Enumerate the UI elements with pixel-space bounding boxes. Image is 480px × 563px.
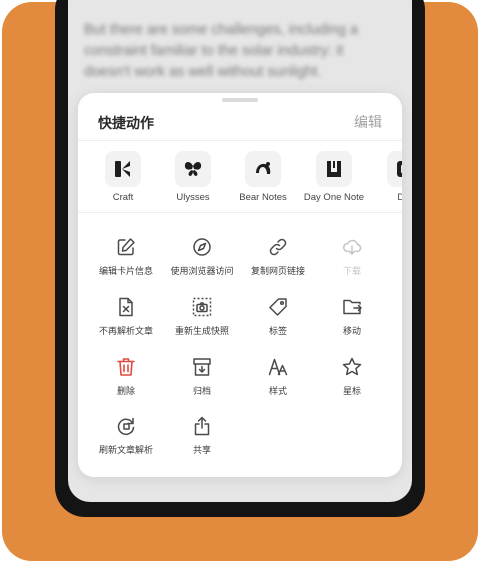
action-label: 刷新文章解析 <box>98 446 153 456</box>
butterfly-icon <box>175 151 211 187</box>
edit-card-info-button[interactable]: 编辑卡片信息 <box>86 236 166 286</box>
app-shortcuts-row: Craft Ulysses Bear Notes Day One Note <box>78 141 402 213</box>
app-drafts[interactable]: Dra <box>369 151 402 211</box>
font-style-icon <box>268 358 288 376</box>
day-one-icon <box>316 151 352 187</box>
app-label: Ulysses <box>176 192 210 203</box>
drafts-icon <box>387 151 402 187</box>
archive-icon <box>193 358 211 376</box>
action-label: 标签 <box>268 327 287 337</box>
craft-icon <box>105 151 141 187</box>
app-label: Bear Notes <box>239 192 287 203</box>
sheet-header: 快捷动作 编辑 <box>78 93 402 141</box>
action-label: 编辑卡片信息 <box>98 267 153 277</box>
trash-icon <box>117 358 135 376</box>
download-button[interactable]: 下载 <box>312 236 392 286</box>
app-ulysses[interactable]: Ulysses <box>157 151 229 211</box>
action-label: 星标 <box>342 387 361 397</box>
file-x-icon <box>119 297 133 317</box>
app-bear-notes[interactable]: Bear Notes <box>227 151 299 211</box>
tag-icon <box>269 298 287 316</box>
stop-parsing-button[interactable]: 不再解析文章 <box>86 296 166 346</box>
action-label: 复制网页链接 <box>250 267 305 277</box>
camera-icon <box>192 297 212 317</box>
action-label: 重新生成快照 <box>174 327 229 337</box>
link-icon <box>269 238 287 256</box>
edit-button[interactable]: 编辑 <box>354 112 382 132</box>
action-label: 使用浏览器访问 <box>170 267 234 277</box>
share-icon <box>194 416 210 436</box>
style-button[interactable]: 样式 <box>238 356 318 406</box>
compass-icon <box>193 238 211 256</box>
article-body-text: But there are some challenges, including… <box>84 22 359 80</box>
app-craft[interactable]: Craft <box>87 151 159 211</box>
share-button[interactable]: 共享 <box>162 415 242 465</box>
regenerate-snapshot-button[interactable]: 重新生成快照 <box>162 296 242 346</box>
sheet-title: 快捷动作 <box>98 116 154 132</box>
archive-button[interactable]: 归档 <box>162 356 242 406</box>
action-label: 移动 <box>342 327 361 337</box>
app-label: Dra <box>369 192 402 203</box>
copy-link-button[interactable]: 复制网页链接 <box>238 236 318 286</box>
star-button[interactable]: 星标 <box>312 356 392 406</box>
action-label: 共享 <box>192 446 211 456</box>
app-day-one[interactable]: Day One Note <box>298 151 370 211</box>
action-label: 样式 <box>268 387 287 397</box>
app-label: Day One Note <box>303 192 365 203</box>
move-button[interactable]: 移动 <box>312 296 392 346</box>
folder-move-icon <box>343 299 362 315</box>
action-label: 归档 <box>192 387 211 397</box>
action-label: 下载 <box>342 267 361 277</box>
edit-icon <box>117 238 135 256</box>
bear-icon <box>245 151 281 187</box>
cloud-download-icon <box>343 239 362 255</box>
refresh-parse-button[interactable]: 刷新文章解析 <box>86 415 166 465</box>
open-in-browser-button[interactable]: 使用浏览器访问 <box>162 236 242 286</box>
app-label: Craft <box>112 192 134 203</box>
quick-actions-sheet: 快捷动作 编辑 Craft Ulysses Bear Notes Day One… <box>78 93 402 477</box>
refresh-icon <box>117 417 135 436</box>
star-icon <box>342 357 362 376</box>
delete-button[interactable]: 删除 <box>86 356 166 406</box>
action-label: 删除 <box>116 387 135 397</box>
action-label: 不再解析文章 <box>98 327 153 337</box>
tags-button[interactable]: 标签 <box>238 296 318 346</box>
